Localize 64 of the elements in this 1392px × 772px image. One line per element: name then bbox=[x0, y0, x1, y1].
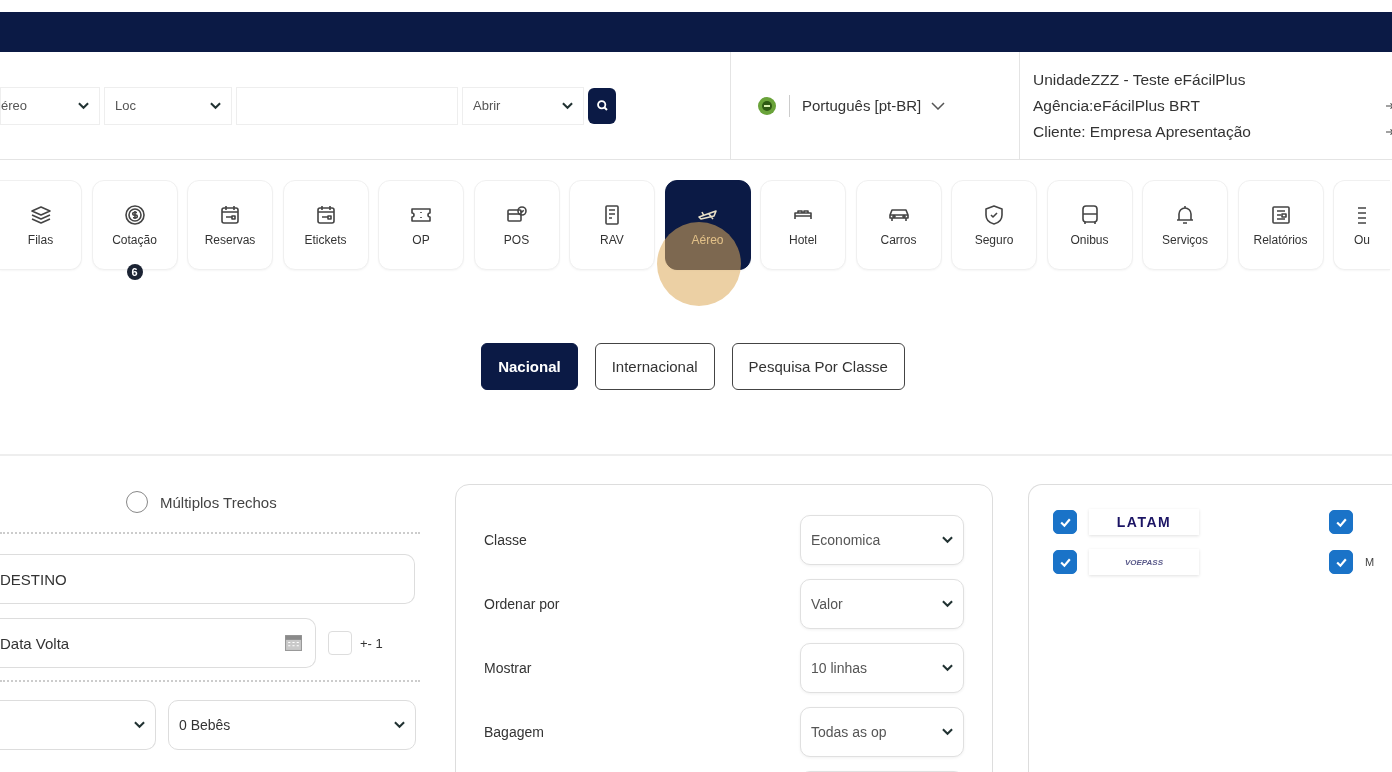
destination-field[interactable]: DESTINO bbox=[0, 554, 415, 604]
dropdown[interactable]: Economica bbox=[800, 515, 964, 565]
search-type-tab[interactable]: Pesquisa Por Classe bbox=[731, 343, 905, 390]
search-type-tab[interactable]: Internacional bbox=[594, 343, 715, 390]
module-tile[interactable]: RAV bbox=[569, 180, 655, 270]
dropdown[interactable]: Valor bbox=[800, 579, 964, 629]
module-tile[interactable]: Seguro bbox=[951, 180, 1037, 270]
arrow-right-icon[interactable] bbox=[1386, 127, 1392, 136]
checkbox[interactable] bbox=[1053, 510, 1077, 534]
chevron-down-icon bbox=[942, 664, 953, 672]
option-label: Ordenar por bbox=[484, 596, 560, 612]
coin-icon bbox=[122, 203, 147, 227]
dropdown[interactable]: 0 Bebês bbox=[168, 700, 416, 750]
module-tile[interactable]: POS bbox=[473, 180, 560, 270]
language-dropdown[interactable]: Português [pt-BR] bbox=[802, 97, 946, 114]
airline-logo: LATAM bbox=[1089, 509, 1199, 535]
module-tile[interactable]: Onibus bbox=[1046, 180, 1133, 270]
airline-logo: VOEPASS bbox=[1089, 549, 1199, 575]
airline-name: M bbox=[1365, 556, 1375, 568]
module-tile[interactable]: Filas bbox=[0, 180, 82, 270]
dropdown[interactable]: Todas as op bbox=[800, 707, 964, 757]
checkbox[interactable] bbox=[1329, 550, 1353, 574]
info-text: UnidadeZZZ - Teste eFácilPlus bbox=[1033, 70, 1246, 89]
module-tile[interactable]: Hotel bbox=[760, 180, 846, 270]
option-label: Bagagem bbox=[484, 724, 544, 740]
dropdown[interactable]: 10 linhas bbox=[800, 643, 964, 693]
module-tile[interactable]: OP bbox=[378, 180, 464, 270]
chevron-down-icon bbox=[562, 101, 573, 110]
radio-label: Múltiplos Trechos bbox=[160, 493, 277, 511]
module-tile[interactable]: Relatórios bbox=[1237, 180, 1324, 270]
dropdown[interactable]: Loc bbox=[104, 86, 232, 125]
dropdown[interactable]: éreo bbox=[0, 86, 100, 125]
checkbox[interactable] bbox=[1053, 550, 1077, 574]
info-text: Cliente: Empresa Apresentação bbox=[1033, 122, 1251, 141]
module-tile[interactable]: Serviços bbox=[1142, 180, 1228, 270]
chevron-down-icon bbox=[134, 721, 145, 729]
module-tile[interactable]: Reservas bbox=[187, 180, 273, 270]
chevron-down-icon bbox=[942, 600, 953, 608]
search-button[interactable] bbox=[588, 87, 616, 124]
module-tile[interactable]: Carros bbox=[855, 180, 942, 270]
chevron-down-icon bbox=[78, 101, 89, 110]
calendar-icon bbox=[218, 203, 242, 227]
status-icon[interactable] bbox=[757, 95, 777, 116]
checkbox[interactable] bbox=[1329, 510, 1353, 534]
arrow-right-icon[interactable] bbox=[1386, 101, 1392, 110]
chevron-down-icon bbox=[210, 101, 221, 110]
chevron-down-icon bbox=[942, 536, 953, 544]
calendar-icon[interactable] bbox=[285, 634, 302, 651]
module-tile[interactable]: Ou bbox=[1333, 180, 1390, 270]
chevron-down-icon bbox=[942, 728, 953, 736]
option-label: Classe bbox=[484, 532, 527, 548]
count-badge: 6 bbox=[126, 264, 143, 280]
chevron-down-icon bbox=[394, 721, 405, 729]
option-label: Mostrar bbox=[484, 660, 532, 676]
search-icon bbox=[595, 99, 609, 112]
checkbox-label: +- 1 bbox=[360, 635, 383, 651]
dropdown[interactable]: Abrir bbox=[462, 86, 584, 125]
shield-icon bbox=[982, 203, 1006, 227]
module-tile[interactable]: Etickets bbox=[282, 180, 369, 270]
layers-icon bbox=[28, 203, 53, 227]
chevron-down-icon bbox=[931, 101, 946, 110]
info-text: Agência:eFácilPlus BRT bbox=[1033, 96, 1200, 115]
search-type-tab[interactable]: Nacional bbox=[481, 343, 578, 390]
return-date-field[interactable]: Data Volta bbox=[0, 618, 316, 668]
